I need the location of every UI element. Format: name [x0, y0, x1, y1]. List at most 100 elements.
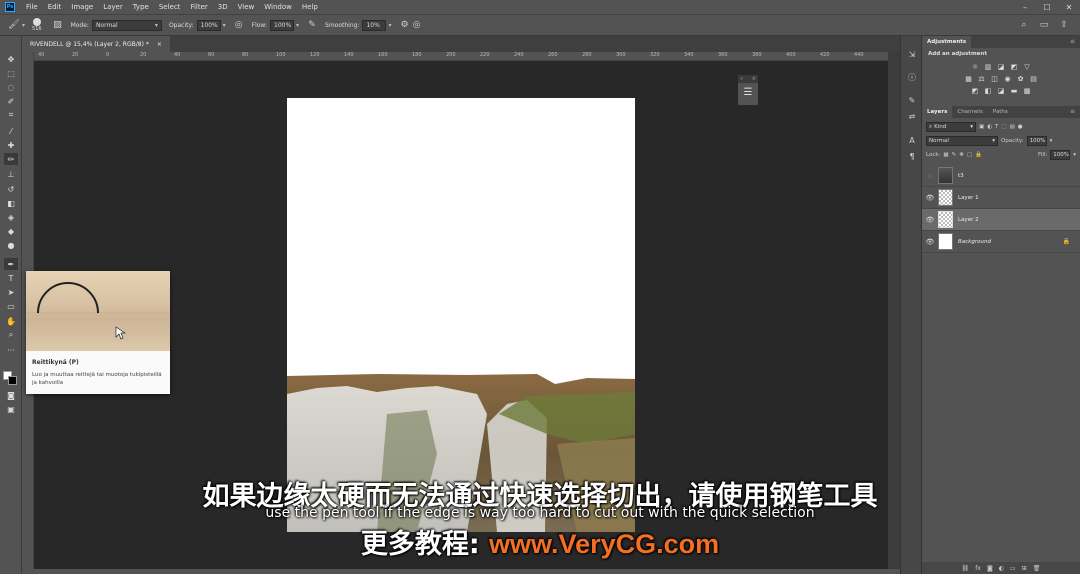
menu-image[interactable]: Image: [66, 3, 98, 11]
layers-menu-icon[interactable]: ≡: [1070, 108, 1075, 115]
brightness-icon[interactable]: ☼: [970, 62, 980, 72]
mode-select[interactable]: Normal ▾: [91, 19, 162, 31]
path-selection-tool-icon[interactable]: ➤: [4, 286, 18, 298]
document-tab[interactable]: RIVENDELL @ 15,4% (Layer 2, RGB/8) * ×: [22, 36, 170, 52]
filter-shape-icon[interactable]: ⬚: [1001, 124, 1006, 130]
collapse-panel-icon[interactable]: «: [740, 76, 743, 82]
eraser-tool-icon[interactable]: ◧: [4, 197, 18, 209]
lock-artboard-icon[interactable]: ▢: [967, 152, 972, 158]
rectangle-tool-icon[interactable]: ▭: [4, 300, 18, 312]
lock-pixels-icon[interactable]: ✎: [952, 152, 957, 158]
close-panel-icon[interactable]: ×: [752, 76, 756, 82]
filter-type-icon[interactable]: T: [995, 124, 998, 130]
smoothing-gear-icon[interactable]: ⚙: [399, 19, 411, 31]
menu-view[interactable]: View: [233, 3, 260, 11]
menu-edit[interactable]: Edit: [43, 3, 67, 11]
adjustments-menu-icon[interactable]: ≡: [1070, 38, 1075, 45]
opacity-chevron-icon[interactable]: ▾: [223, 22, 226, 29]
threshold-icon[interactable]: ◪: [996, 86, 1006, 96]
photoshop-logo-icon[interactable]: Ps: [5, 2, 15, 12]
tab-paths[interactable]: Paths: [988, 106, 1013, 118]
eye-icon[interactable]: 👁: [922, 238, 938, 246]
marquee-tool-icon[interactable]: ⬚: [4, 67, 18, 79]
paint-bucket-tool-icon[interactable]: ◈: [4, 211, 18, 223]
menu-filter[interactable]: Filter: [185, 3, 212, 11]
zoom-tool-icon[interactable]: ⌕: [4, 329, 18, 341]
type-tool-icon[interactable]: T: [4, 272, 18, 284]
background-color-swatch[interactable]: [8, 376, 17, 385]
filter-adjustment-icon[interactable]: ◐: [987, 124, 992, 130]
color-balance-icon[interactable]: ⚖: [977, 74, 987, 84]
eye-icon[interactable]: 👁: [922, 216, 938, 224]
workspace-icon[interactable]: ▭: [1038, 19, 1050, 31]
tool-preset-chevron-icon[interactable]: ▾: [22, 22, 25, 29]
brush-preview-icon[interactable]: [32, 18, 41, 26]
lasso-tool-icon[interactable]: ◌: [4, 81, 18, 93]
pen-tool-icon[interactable]: ✒: [4, 258, 18, 270]
filter-pixel-icon[interactable]: ▣: [979, 124, 984, 130]
brush-tool-icon[interactable]: 🖌: [8, 19, 20, 31]
levels-icon[interactable]: ▥: [983, 62, 993, 72]
menu-file[interactable]: File: [21, 3, 43, 11]
fill-chevron-icon[interactable]: ▾: [1073, 152, 1076, 158]
menu-select[interactable]: Select: [154, 3, 186, 11]
minimize-icon[interactable]: –: [1014, 0, 1036, 14]
layer-opacity-input[interactable]: 100%: [1026, 136, 1047, 146]
menu-layer[interactable]: Layer: [98, 3, 128, 11]
curves-icon[interactable]: ◪: [996, 62, 1006, 72]
lock-position-icon[interactable]: ✥: [959, 152, 964, 158]
flow-chevron-icon[interactable]: ▾: [296, 22, 299, 29]
visibility-off-icon[interactable]: ▫: [922, 172, 938, 180]
lock-all-icon[interactable]: 🔒: [975, 152, 982, 158]
layer-row-layer2[interactable]: 👁 Layer 2: [922, 209, 1080, 231]
paragraph-panel-icon[interactable]: ¶: [906, 150, 918, 162]
menu-type[interactable]: Type: [128, 3, 154, 11]
fill-input[interactable]: 100%: [1050, 150, 1071, 160]
opacity-input[interactable]: 100%: [196, 19, 221, 31]
black-white-icon[interactable]: ◫: [990, 74, 1000, 84]
hue-saturation-icon[interactable]: ▦: [964, 74, 974, 84]
search-icon[interactable]: ⌕: [1018, 19, 1030, 31]
link-layers-icon[interactable]: ⛓: [962, 565, 970, 572]
pressure-opacity-icon[interactable]: ◎: [233, 19, 245, 31]
quick-selection-tool-icon[interactable]: ✐: [4, 95, 18, 107]
quick-mask-icon[interactable]: ◙: [4, 389, 18, 401]
layer-row-background[interactable]: 👁 Background 🔒: [922, 231, 1080, 253]
close-document-icon[interactable]: ×: [157, 41, 162, 48]
crop-tool-icon[interactable]: ⌗: [4, 109, 18, 121]
layer-row-t3[interactable]: ▫ t3: [922, 165, 1080, 187]
selective-color-icon[interactable]: ▩: [1022, 86, 1032, 96]
gradient-map-icon[interactable]: ▬: [1009, 86, 1019, 96]
new-adjustment-layer-icon[interactable]: ◐: [999, 565, 1004, 572]
healing-brush-tool-icon[interactable]: ✚: [4, 139, 18, 151]
exposure-icon[interactable]: ◩: [1009, 62, 1019, 72]
blend-mode-select[interactable]: Normal ▾: [926, 136, 998, 146]
filter-smart-object-icon[interactable]: ▤: [1010, 124, 1015, 130]
vibrance-icon[interactable]: ▽: [1022, 62, 1032, 72]
menu-window[interactable]: Window: [259, 3, 297, 11]
airbrush-icon[interactable]: ✎: [306, 19, 318, 31]
libraries-icon[interactable]: ⇲: [906, 48, 918, 60]
new-layer-icon[interactable]: ⊞: [1022, 565, 1027, 572]
close-icon[interactable]: ✕: [1058, 0, 1080, 14]
brush-tool-icon[interactable]: ✏: [4, 153, 18, 165]
lock-transparent-icon[interactable]: ▦: [943, 152, 948, 158]
filter-toggle-icon[interactable]: ●: [1018, 124, 1023, 130]
layer-style-icon[interactable]: fx: [975, 565, 981, 572]
info-icon[interactable]: ⓘ: [906, 71, 918, 83]
move-tool-icon[interactable]: ✥: [4, 53, 18, 65]
character-panel-icon[interactable]: A: [906, 134, 918, 146]
smoothing-chevron-icon[interactable]: ▾: [388, 22, 391, 29]
brush-settings-panel-icon[interactable]: ✎: [906, 94, 918, 106]
hand-tool-icon[interactable]: ✋: [4, 315, 18, 327]
screen-mode-icon[interactable]: ▣: [4, 403, 18, 415]
properties-icon[interactable]: ☰: [738, 87, 758, 98]
layer-opacity-chevron-icon[interactable]: ▾: [1050, 138, 1053, 144]
smoothing-input[interactable]: 10%: [362, 19, 387, 31]
eye-icon[interactable]: 👁: [922, 194, 938, 202]
layer-row-layer1[interactable]: 👁 Layer 1: [922, 187, 1080, 209]
posterize-icon[interactable]: ◧: [983, 86, 993, 96]
flow-input[interactable]: 100%: [270, 19, 295, 31]
menu-help[interactable]: Help: [297, 3, 323, 11]
share-icon[interactable]: ⇪: [1058, 19, 1070, 31]
